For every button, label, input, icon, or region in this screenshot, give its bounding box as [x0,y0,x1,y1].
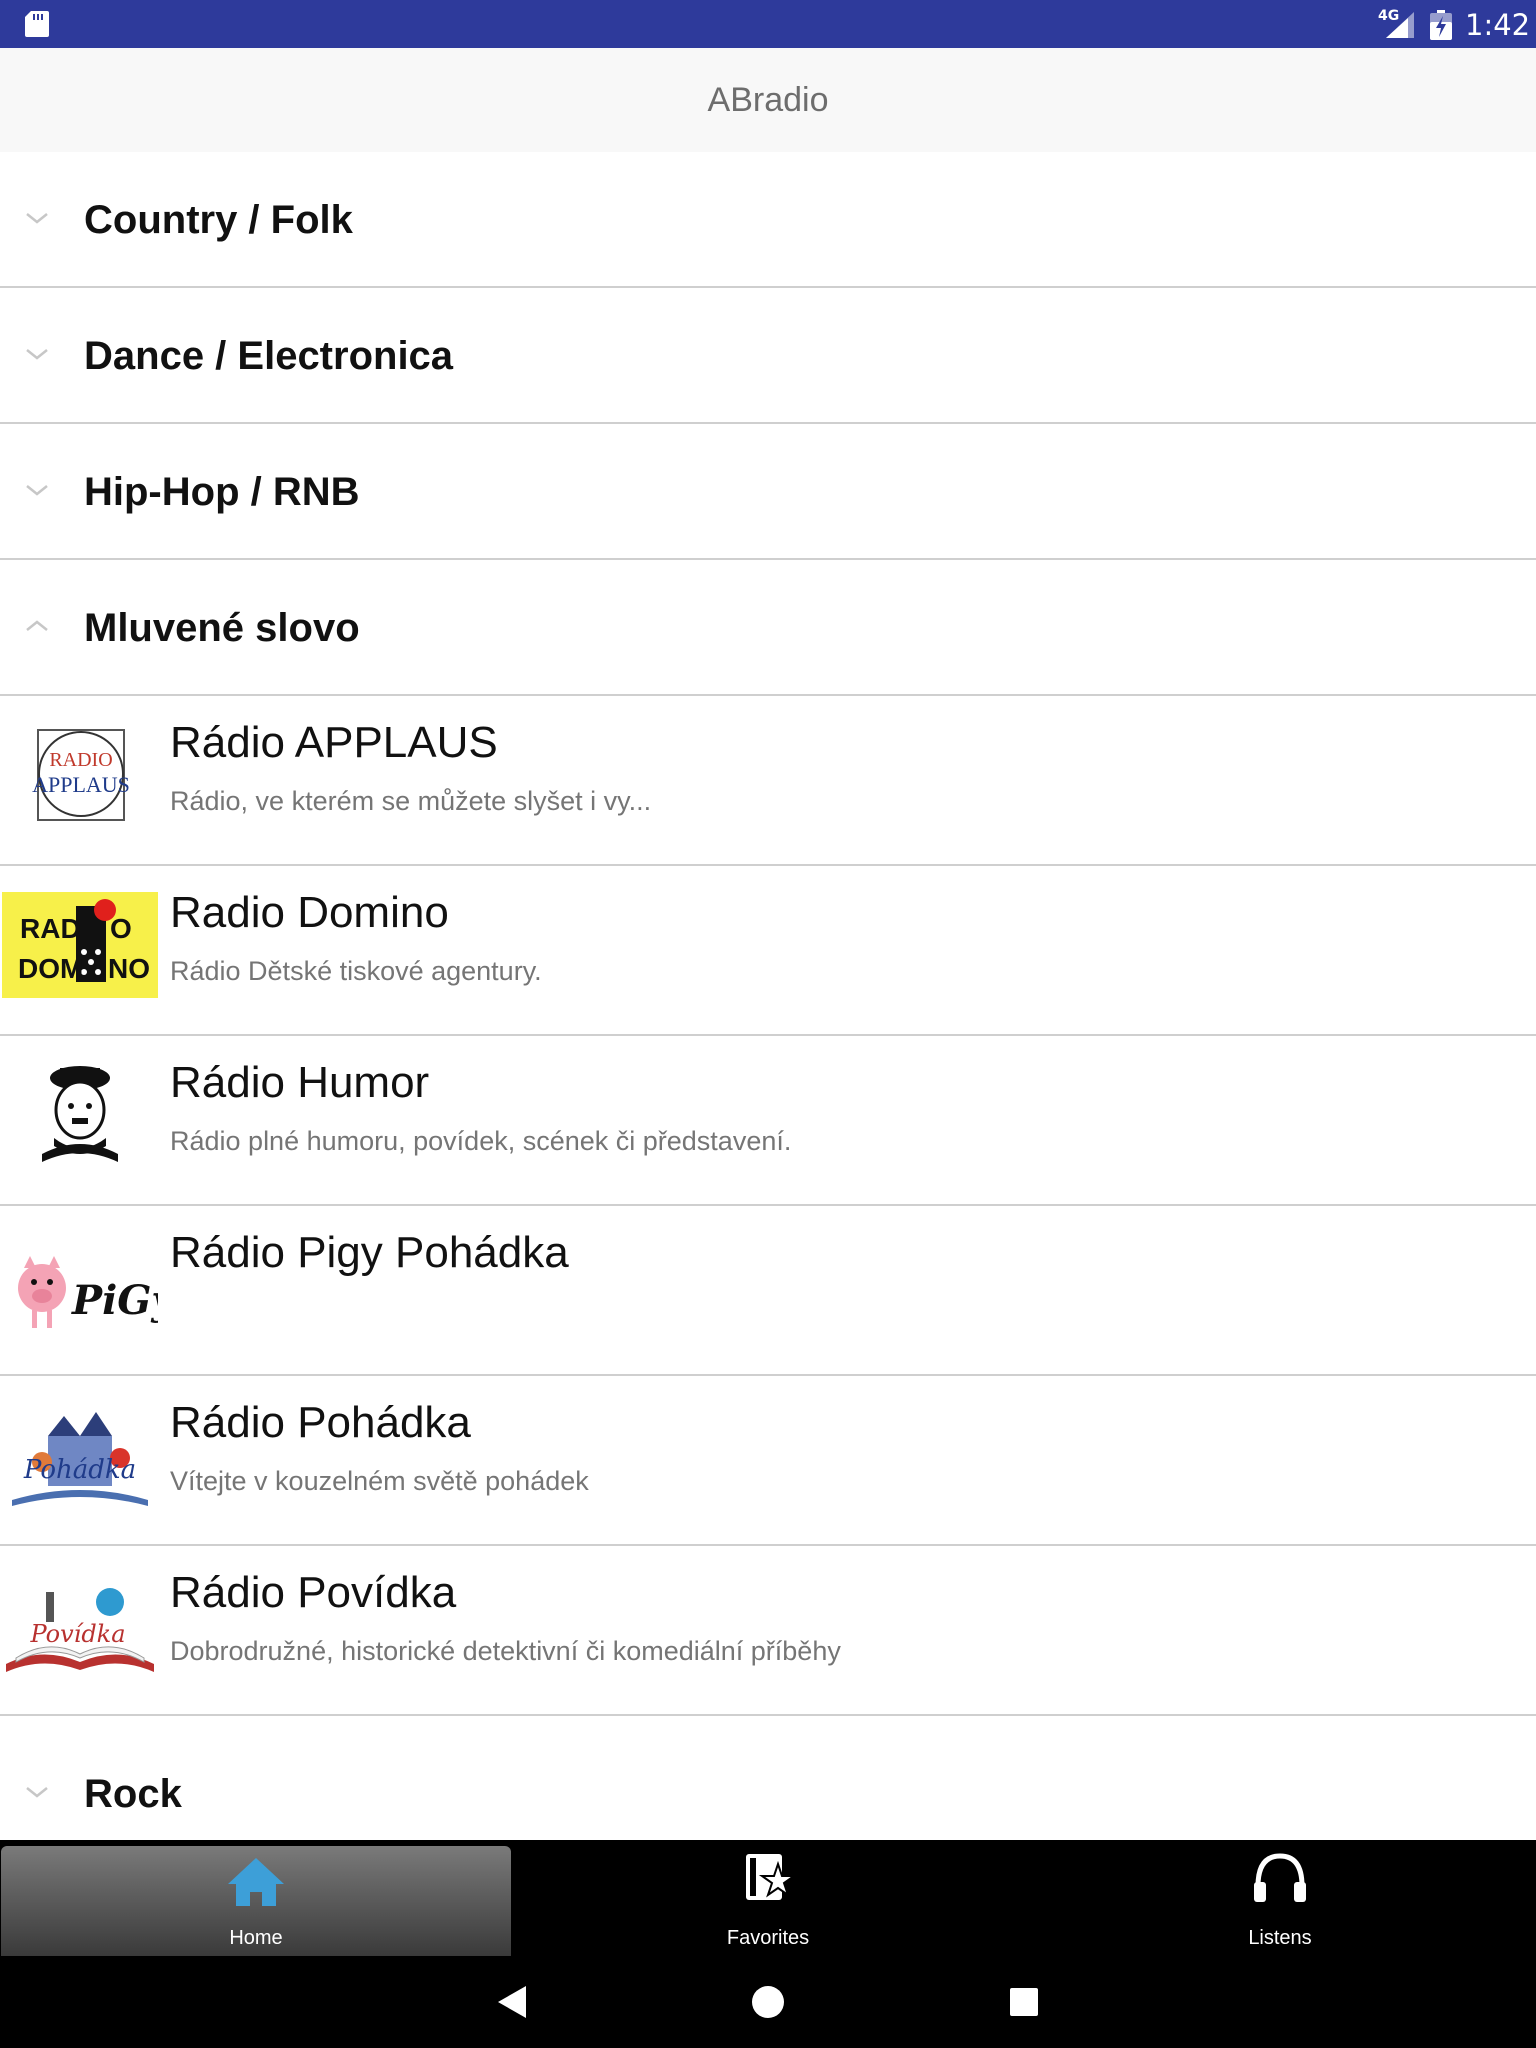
category-label: Hip-Hop / RNB [84,470,360,514]
station-item-domino[interactable]: RAD O DOM NO Radio Domino Rádio Dětské t… [0,866,1536,1036]
applaus-logo-text-top: RADIO [49,749,112,771]
category-label: Country / Folk [84,198,353,242]
station-item-humor[interactable]: Rádio Humor Rádio plné humoru, povídek, … [0,1036,1536,1206]
humor-logo [42,1066,118,1162]
clock: 1:42 [1465,8,1531,42]
sd-card-icon [25,11,49,37]
povidka-logo: Povídka [6,1588,154,1672]
chevron-down-icon [26,485,48,496]
system-nav-bar [0,1956,1536,2048]
pohadka-logo-text: Pohádka [23,1455,136,1485]
category-mluvene-slovo[interactable]: Mluvené slovo [0,560,1536,696]
category-country-folk[interactable]: Country / Folk [0,152,1536,288]
station-description: Vítejte v kouzelném světě pohádek [170,1466,589,1496]
pohadka-logo: Pohádka [12,1412,148,1506]
app-header: ABradio [0,48,1536,152]
headphones-icon [1254,1853,1306,1902]
category-dance-electronica[interactable]: Dance / Electronica [0,288,1536,424]
station-description: Rádio plné humoru, povídek, scének či př… [170,1126,792,1156]
pigy-logo-text: PiGy [71,1277,158,1324]
station-name: Rádio Povídka [170,1568,457,1617]
povidka-logo-text: Povídka [29,1620,125,1648]
tab-label: Favorites [726,1927,810,1949]
tab-label: Home [229,1927,283,1949]
chevron-down-icon [26,349,48,360]
signal-icon [1386,12,1414,38]
category-rock[interactable]: Rock [0,1716,1536,1852]
domino-logo-text-bottom: DOM [18,953,83,984]
favorites-icon [746,1854,798,1900]
battery-charging-icon [1430,10,1452,40]
chevron-down-icon [26,1787,48,1798]
domino-logo-text-o: O [110,913,132,944]
station-item-applaus[interactable]: RADIO APPLAUS Rádio APPLAUS Rádio, ve kt… [0,696,1536,866]
tab-favorites[interactable]: Favorites [512,1840,1024,1956]
station-item-pohadka[interactable]: Pohádka Rádio Pohádka Vítejte v kouzelné… [0,1376,1536,1546]
back-icon[interactable] [466,1956,558,2048]
category-label: Dance / Electronica [84,334,454,378]
screen: 4G 1:42 ABradio Country / Folk Dance / E… [0,0,1536,2048]
applaus-logo-text-bottom: APPLAUS [32,772,130,797]
applaus-logo: RADIO APPLAUS [32,729,130,821]
station-name: Rádio Humor [170,1058,430,1107]
home-icon [228,1858,284,1906]
station-description: Rádio, ve kterém se můžete slyšet i vy..… [170,786,652,816]
home-button-icon[interactable] [722,1956,814,2048]
category-label: Mluvené slovo [84,606,360,650]
app-title: ABradio [707,80,829,119]
domino-logo: RAD O DOM NO [2,892,158,998]
domino-logo-text-no: NO [108,953,150,984]
bottom-nav: Home Favorites Listens [0,1840,1536,1956]
station-name: Radio Domino [170,888,449,937]
station-item-povidka[interactable]: Povídka Rádio Povídka Dobrodružné, histo… [0,1546,1536,1716]
recents-icon[interactable] [978,1956,1070,2048]
status-bar: 4G 1:42 [0,0,1536,48]
station-name: Rádio Pigy Pohádka [170,1228,569,1277]
tab-listens[interactable]: Listens [1024,1840,1536,1956]
category-list: Country / Folk Dance / Electronica Hip-H… [0,152,1536,1852]
tab-label: Listens [1248,1927,1312,1949]
chevron-down-icon [26,213,48,224]
category-label: Rock [84,1772,182,1816]
pigy-logo: PiGy [18,1256,158,1328]
chevron-up-icon [26,620,48,631]
domino-logo-text-top: RAD [20,913,81,944]
station-description: Dobrodružné, historické detektivní či ko… [170,1636,841,1666]
category-hip-hop-rnb[interactable]: Hip-Hop / RNB [0,424,1536,560]
tab-home[interactable]: Home [1,1846,511,1956]
station-name: Rádio Pohádka [170,1398,471,1447]
station-item-pigy[interactable]: PiGy Rádio Pigy Pohádka [0,1206,1536,1376]
station-name: Rádio APPLAUS [170,718,498,767]
station-description: Rádio Dětské tiskové agentury. [170,956,542,986]
